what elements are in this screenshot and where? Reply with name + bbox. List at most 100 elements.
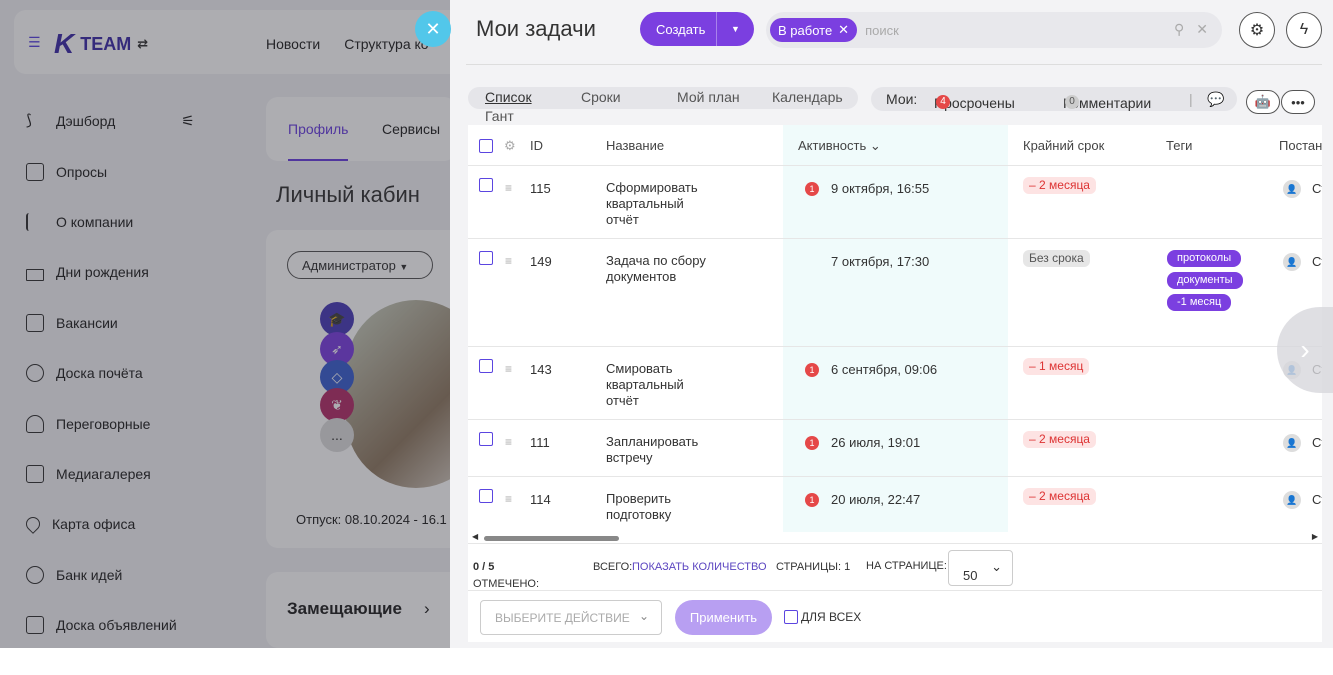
- table-row[interactable]: ≡ 111 Запланировать встречу 1 26 июля, 19:01…: [468, 419, 1322, 476]
- panel-title: Мои задачи: [476, 16, 596, 41]
- deadline-badge: – 2 месяца: [1023, 488, 1096, 505]
- bulk-actions: ВЫБЕРИТЕ ДЕЙСТВИЕ ⌄ Применить ДЛЯ ВСЕХ: [468, 590, 1322, 642]
- tab-list[interactable]: Список: [485, 89, 532, 105]
- chevron-down-icon: ⌄: [991, 559, 1002, 574]
- create-dropdown-icon[interactable]: ▼: [716, 12, 754, 46]
- task-title[interactable]: Сформировать квартальный отчёт: [606, 180, 706, 228]
- activity-date: 26 июля, 19:01: [831, 435, 921, 450]
- activity-badge: 1: [805, 363, 819, 377]
- clear-search-icon[interactable]: ✕: [1196, 21, 1208, 38]
- robot-icon: 🤖: [1254, 94, 1272, 109]
- row-checkbox[interactable]: [479, 489, 493, 503]
- activity-badge: 1: [805, 493, 819, 507]
- task-id: 115: [530, 181, 551, 196]
- drag-handle-icon[interactable]: ≡: [505, 436, 517, 448]
- search-icon[interactable]: ⚲: [1174, 21, 1184, 38]
- drag-handle-icon[interactable]: ≡: [505, 493, 517, 505]
- apply-button[interactable]: Применить: [675, 600, 772, 635]
- search-input[interactable]: поиск: [865, 23, 899, 38]
- deadline-badge: – 1 месяц: [1023, 358, 1090, 375]
- tag-badge[interactable]: документы: [1167, 272, 1243, 289]
- comments-count: 0: [1065, 95, 1079, 109]
- chat-icon[interactable]: 💬: [1207, 91, 1224, 108]
- gear-icon: ⚙: [1249, 22, 1265, 39]
- settings-button[interactable]: ⚙: [1239, 12, 1275, 48]
- assigner-name: Ст: [1312, 254, 1322, 269]
- tab-my-plan[interactable]: Мой план: [677, 89, 740, 105]
- column-assigner[interactable]: Постан: [1279, 138, 1322, 153]
- action-select[interactable]: ВЫБЕРИТЕ ДЕЙСТВИЕ ⌄: [480, 600, 662, 635]
- scroll-left-icon[interactable]: ◀: [472, 532, 478, 541]
- mine-label: Мои:: [886, 91, 918, 107]
- filter-separator: |: [1189, 91, 1193, 107]
- my-filters: Мои: Просрочены 4 Комментарии 0 | 💬: [871, 87, 1237, 111]
- row-checkbox[interactable]: [479, 432, 493, 446]
- tag-badge[interactable]: протоколы: [1167, 250, 1242, 267]
- tab-gantt[interactable]: Гант: [485, 108, 514, 124]
- overdue-count: 4: [936, 95, 950, 109]
- column-tags[interactable]: Теги: [1166, 138, 1192, 153]
- tab-calendar[interactable]: Календарь: [772, 89, 843, 105]
- avatar[interactable]: 👤: [1283, 180, 1301, 198]
- chip-close-icon[interactable]: ✕: [838, 22, 849, 38]
- deadline-badge: – 2 месяца: [1023, 431, 1096, 448]
- activity-badge: 1: [805, 182, 819, 196]
- drag-handle-icon[interactable]: ≡: [505, 255, 517, 267]
- per-page-value: 50: [963, 568, 978, 583]
- total-label: ВСЕГО:: [593, 561, 633, 573]
- bot-button[interactable]: 🤖: [1246, 90, 1280, 114]
- column-id[interactable]: ID: [530, 138, 543, 153]
- task-title[interactable]: Запланировать встречу: [606, 434, 706, 466]
- row-checkbox[interactable]: [479, 359, 493, 373]
- tab-deadlines[interactable]: Сроки: [581, 89, 621, 105]
- filter-chip-in-progress[interactable]: В работе ✕: [770, 18, 858, 42]
- per-page-select[interactable]: 50 ⌄: [948, 550, 1013, 586]
- activity-date: 20 июля, 22:47: [831, 492, 921, 507]
- assigner-name: Ст: [1312, 492, 1322, 507]
- task-title[interactable]: Проверить подготовку: [606, 491, 706, 523]
- drag-handle-icon[interactable]: ≡: [505, 363, 517, 375]
- row-checkbox[interactable]: [479, 251, 493, 265]
- search-bar[interactable]: В работе ✕ поиск ⚲ ✕: [766, 12, 1222, 48]
- select-all-checkbox[interactable]: [479, 139, 493, 153]
- quick-actions-button[interactable]: ϟ: [1286, 12, 1322, 48]
- marked-info: ОТМЕЧЕНО: 0 / 5: [473, 561, 539, 590]
- tag-badge[interactable]: -1 месяц: [1167, 294, 1232, 311]
- marked-label: ОТМЕЧЕНО:: [473, 578, 539, 590]
- task-title[interactable]: Задача по сбору документов: [606, 253, 706, 285]
- table-footer: ОТМЕЧЕНО: 0 / 5 ВСЕГО: ПОКАЗАТЬ КОЛИЧЕСТ…: [468, 543, 1322, 590]
- create-button[interactable]: Создать ▼: [640, 12, 754, 46]
- table-row[interactable]: ≡ 115 Сформировать квартальный отчёт 1 9 окт…: [468, 165, 1322, 238]
- divider: [466, 64, 1322, 65]
- avatar[interactable]: 👤: [1283, 491, 1301, 509]
- table-row[interactable]: ≡ 143 Смировать квартальный отчёт 1 6 сентяб…: [468, 346, 1322, 419]
- column-settings-icon[interactable]: ⚙: [504, 138, 516, 154]
- row-checkbox[interactable]: [479, 178, 493, 192]
- avatar[interactable]: 👤: [1283, 434, 1301, 452]
- horizontal-scrollbar[interactable]: ◀ ▶: [468, 532, 1322, 543]
- activity-date: 7 октября, 17:30: [831, 254, 930, 269]
- marked-value: 0 / 5: [473, 561, 495, 573]
- action-placeholder: ВЫБЕРИТЕ ДЕЙСТВИЕ: [495, 611, 630, 625]
- table-row[interactable]: ≡ 149 Задача по сбору документов 7 октября,…: [468, 238, 1322, 346]
- modal-overlay[interactable]: [0, 0, 450, 648]
- avatar[interactable]: 👤: [1283, 253, 1301, 271]
- task-title[interactable]: Смировать квартальный отчёт: [606, 361, 706, 409]
- show-count-link[interactable]: ПОКАЗАТЬ КОЛИЧЕСТВО: [632, 561, 767, 573]
- column-deadline[interactable]: Крайний срок: [1023, 138, 1104, 153]
- drag-handle-icon[interactable]: ≡: [505, 182, 517, 194]
- chevron-right-icon: ›: [1300, 334, 1310, 365]
- close-panel-button[interactable]: ✕: [415, 11, 451, 47]
- activity-date: 9 октября, 16:55: [831, 181, 930, 196]
- activity-date: 6 сентября, 09:06: [831, 362, 938, 377]
- scroll-right-icon[interactable]: ▶: [1312, 532, 1318, 541]
- column-activity[interactable]: Активность ⌄: [798, 138, 881, 154]
- pages-info: СТРАНИЦЫ: 1: [776, 561, 851, 573]
- more-button[interactable]: •••: [1281, 90, 1315, 114]
- table-row[interactable]: ≡ 114 Проверить подготовку 1 20 июля, 22:47 –…: [468, 476, 1322, 532]
- scroll-thumb[interactable]: [484, 536, 619, 541]
- for-all-checkbox[interactable]: [784, 610, 798, 624]
- filter-chip-label: В работе: [778, 22, 833, 38]
- deadline-badge: – 2 месяца: [1023, 177, 1096, 194]
- column-title[interactable]: Название: [606, 138, 664, 153]
